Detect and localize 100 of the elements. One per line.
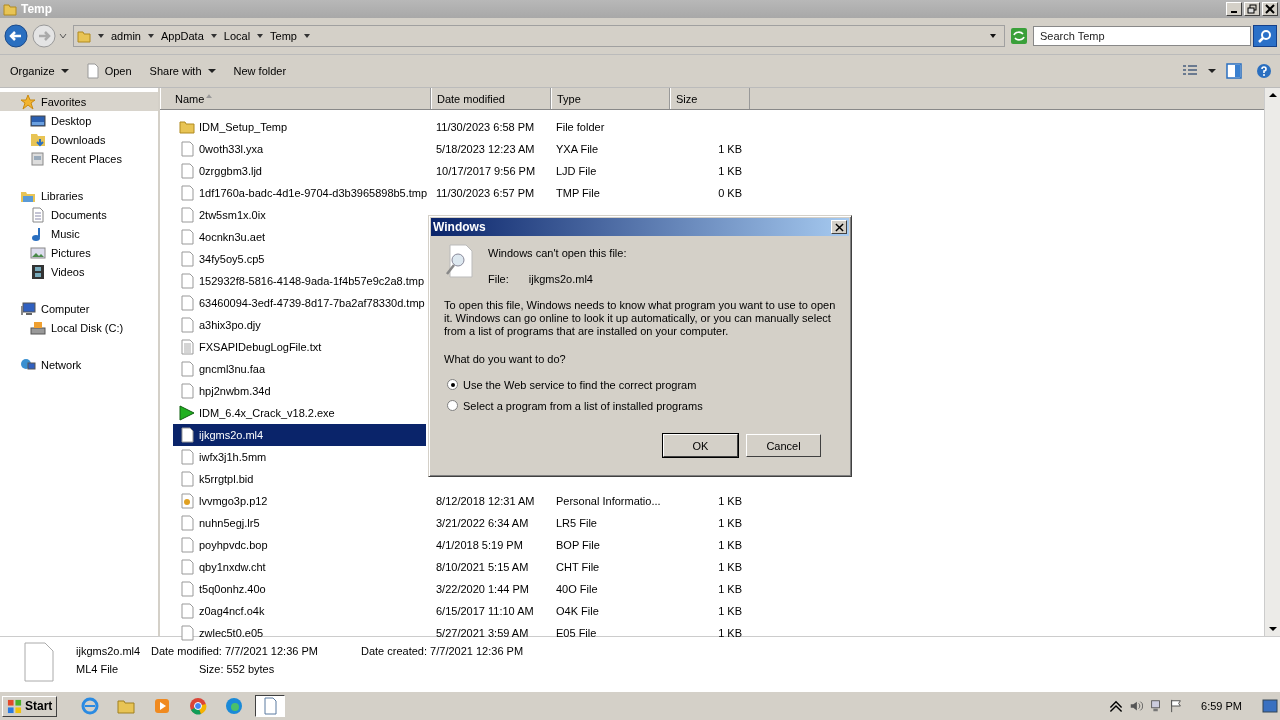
scroll-up-arrow-icon[interactable] (1268, 92, 1277, 98)
cancel-button[interactable]: Cancel (746, 434, 821, 457)
file-item[interactable]: IDM_Setup_Temp (173, 116, 426, 138)
sidebar-item[interactable]: Favorites (0, 92, 158, 111)
separator-arrow-icon[interactable] (98, 33, 104, 39)
sidebar-item[interactable]: Libraries (0, 186, 158, 205)
back-button[interactable] (3, 23, 29, 49)
date-cell: 5/27/2021 3:59 AM (436, 627, 529, 639)
address-bar[interactable]: admin AppData Local Temp (73, 25, 1005, 47)
file-item[interactable]: a3hix3po.djy (173, 314, 426, 336)
sidebar-item[interactable]: Videos (0, 262, 158, 281)
date-cell: 8/10/2021 5:15 AM (436, 561, 529, 573)
minimize-button[interactable] (1226, 2, 1242, 16)
size-cell: 1 KB (718, 517, 742, 529)
file-item[interactable]: nuhn5egj.lr5 (173, 512, 426, 534)
toolbar-button[interactable]: Organize (4, 62, 75, 80)
help-icon[interactable] (1256, 63, 1272, 79)
file-item[interactable]: iwfx3j1h.5mm (173, 446, 426, 468)
dropdown-arrow-icon[interactable] (990, 33, 996, 39)
type-cell: E05 File (556, 627, 597, 639)
column-header[interactable]: Date modified (431, 88, 551, 109)
restore-button[interactable] (1244, 2, 1260, 16)
file-item[interactable]: hpj2nwbm.34d (173, 380, 426, 402)
film-icon (30, 263, 46, 280)
sidebar-item[interactable]: Pictures (0, 243, 158, 262)
size-cell: 1 KB (718, 561, 742, 573)
date-cell: 3/21/2022 6:34 AM (436, 517, 529, 529)
window-icon (30, 150, 46, 167)
sidebar-item[interactable]: Computer (0, 299, 158, 318)
sidebar-item[interactable]: Music (0, 224, 158, 243)
start-button[interactable]: Start (2, 695, 58, 717)
search-field[interactable]: Search Temp (1033, 26, 1251, 46)
file-item[interactable]: IDM_6.4x_Crack_v18.2.exe (173, 402, 426, 424)
sidebar-item[interactable]: Desktop (0, 111, 158, 130)
file-label: File: (488, 273, 509, 285)
sidebar-item[interactable]: Downloads (0, 130, 158, 149)
preview-pane-icon[interactable] (1226, 63, 1242, 79)
file-item[interactable]: 152932f8-5816-4148-9ada-1f4b57e9c2a8.tmp (173, 270, 426, 292)
date-cell: 3/22/2020 1:44 PM (436, 583, 529, 595)
sidebar-item[interactable]: Documents (0, 205, 158, 224)
close-button[interactable] (831, 220, 847, 234)
separator-arrow-icon[interactable] (257, 33, 264, 39)
globe-icon (81, 697, 100, 715)
radio-button[interactable] (447, 379, 458, 390)
radio-button[interactable] (447, 400, 458, 411)
scroll-down-arrow-icon[interactable] (1268, 626, 1277, 632)
show-hidden-icon[interactable] (1109, 699, 1124, 713)
breadcrumb-item[interactable]: AppData (160, 30, 204, 42)
ok-button[interactable]: OK (663, 434, 738, 457)
certificate-icon (179, 493, 195, 509)
file-item[interactable]: 0zrggbm3.ljd (173, 160, 426, 182)
sidebar-item[interactable]: Recent Places (0, 149, 158, 168)
column-header[interactable]: Size (670, 88, 750, 109)
separator-arrow-icon[interactable] (210, 33, 217, 39)
breadcrumb-item[interactable]: Local (223, 30, 251, 42)
scrollbar[interactable] (1264, 88, 1280, 636)
file-item[interactable]: zwlec5t0.e05 (173, 622, 426, 644)
image-icon (30, 244, 46, 261)
file-item[interactable]: 34fy5oy5.cp5 (173, 248, 426, 270)
file-item[interactable]: ijkgms2o.ml4 (173, 424, 426, 446)
file-item[interactable]: t5q0onhz.40o (173, 578, 426, 600)
file-icon (179, 449, 195, 465)
clock[interactable]: 6:59 PM (1201, 700, 1242, 712)
history-caret-icon[interactable] (59, 33, 67, 39)
file-icon (179, 361, 195, 377)
computer-icon (20, 300, 36, 317)
option-label[interactable]: Select a program from a list of installed programs (463, 399, 703, 412)
monitor-icon (30, 112, 46, 129)
file-item[interactable]: 1df1760a-badc-4d1e-9704-d3b3965898b5.tmp (173, 182, 426, 204)
caret-icon[interactable] (1208, 68, 1216, 74)
file-item[interactable]: 0woth33l.yxa (173, 138, 426, 160)
sidebar-item[interactable]: Network (0, 355, 158, 374)
file-item[interactable]: gncml3nu.faa (173, 358, 426, 380)
dropdown-arrow-icon[interactable] (304, 33, 310, 39)
breadcrumb-item[interactable]: admin (111, 30, 141, 42)
option-label[interactable]: Use the Web service to find the correct program (463, 378, 697, 391)
toolbar-button[interactable]: New folder (227, 62, 293, 80)
file-item[interactable]: 2tw5sm1x.0ix (173, 204, 426, 226)
taskbar-button[interactable] (255, 695, 286, 717)
file-item[interactable]: 4ocnkn3u.aet (173, 226, 426, 248)
close-button[interactable] (1262, 2, 1278, 16)
file-item[interactable]: FXSAPIDebugLogFile.txt (173, 336, 426, 358)
breadcrumb-item[interactable]: Temp (270, 30, 297, 42)
file-item[interactable]: k5rrgtpl.bid (173, 468, 426, 490)
file-item[interactable]: z0ag4ncf.o4k (173, 600, 426, 622)
toolbar-button[interactable]: Open (80, 60, 138, 82)
file-item[interactable]: qby1nxdw.cht (173, 556, 426, 578)
file-item[interactable]: 63460094-3edf-4739-8d17-7ba2af78330d.tmp (173, 292, 426, 314)
column-header[interactable]: Name (160, 88, 431, 109)
separator-arrow-icon[interactable] (147, 33, 154, 39)
search-button[interactable] (1253, 25, 1277, 47)
file-item[interactable]: poyhpvdc.bop (173, 534, 426, 556)
toolbar-button[interactable]: Share with (143, 62, 222, 80)
sidebar-item[interactable]: Local Disk (C:) (0, 318, 158, 337)
speaker-icon[interactable] (1129, 699, 1144, 713)
flag-icon[interactable] (1169, 699, 1184, 713)
document-icon (261, 697, 280, 715)
caret-icon (60, 68, 69, 74)
column-header[interactable]: Type (551, 88, 670, 109)
file-item[interactable]: lvvmgo3p.p12 (173, 490, 426, 512)
